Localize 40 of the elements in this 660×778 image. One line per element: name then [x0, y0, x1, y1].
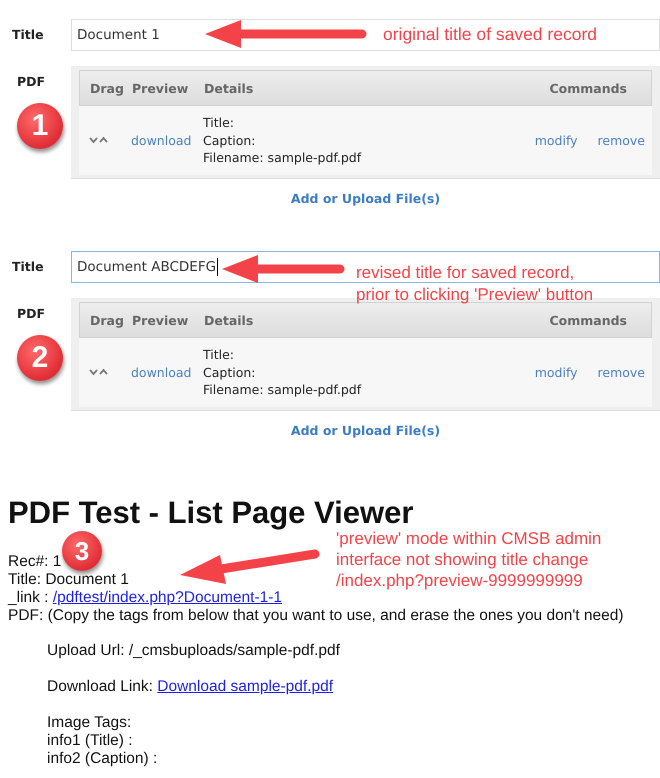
- detail-text: Filename: sample-pdf.pdf: [203, 381, 362, 398]
- field-label: Title: [11, 26, 45, 44]
- info-text: PDF: (Copy the tags from below that you want to use, and erase the ones you don't need): [8, 607, 624, 625]
- add-upload-link[interactable]: Add or Upload File(s): [290, 190, 440, 206]
- annotation-text: /index.php?preview-9999999999: [336, 570, 584, 591]
- detail-text: Title:: [203, 346, 235, 364]
- number-badge: 3: [62, 531, 102, 571]
- field-label: PDF: [16, 308, 46, 320]
- annotation-text: interface not showing title change: [336, 549, 590, 570]
- detail-text: Caption:: [203, 132, 256, 149]
- field-label: Title: [11, 258, 45, 276]
- download-link[interactable]: download: [131, 132, 192, 148]
- table-header: Drag Preview Details Commands: [79, 70, 652, 106]
- detail-text: Caption:: [203, 364, 256, 381]
- detail-text: Filename: sample-pdf.pdf: [203, 149, 362, 166]
- command-link[interactable]: remove: [598, 132, 645, 148]
- add-upload-link[interactable]: Add or Upload File(s): [290, 422, 440, 438]
- link[interactable]: Download sample-pdf.pdf: [157, 678, 334, 695]
- annotation-text: revised title for saved record,: [356, 262, 576, 284]
- field-label: Download Link:: [47, 678, 153, 695]
- chevrons-icon[interactable]: [89, 135, 109, 146]
- detail-text: Title:: [203, 114, 235, 132]
- annotation-text: original title of saved record: [383, 23, 597, 45]
- info-text: Rec#: 1: [8, 553, 62, 571]
- field-label: _link :: [8, 589, 48, 606]
- download-link[interactable]: download: [131, 364, 192, 380]
- info-text: Title: Document 1: [8, 571, 129, 589]
- link[interactable]: /pdftest/index.php?Document-1-1: [52, 589, 282, 606]
- command-link[interactable]: modify: [534, 132, 578, 148]
- field-label: PDF: [16, 76, 46, 88]
- info-text: Image Tags:: [47, 714, 132, 732]
- chevrons-icon[interactable]: [89, 367, 109, 378]
- info-text: info2 (Caption) :: [47, 750, 158, 768]
- command-link[interactable]: remove: [598, 364, 645, 380]
- command-link[interactable]: modify: [534, 364, 578, 380]
- info-text: info1 (Title) :: [47, 732, 133, 750]
- number-badge: 2: [17, 334, 63, 380]
- info-text: Upload Url: /_cmsbuploads/sample-pdf.pdf: [47, 642, 340, 660]
- number-badge: 1: [17, 102, 63, 148]
- table-header: Drag Preview Details Commands: [79, 302, 652, 338]
